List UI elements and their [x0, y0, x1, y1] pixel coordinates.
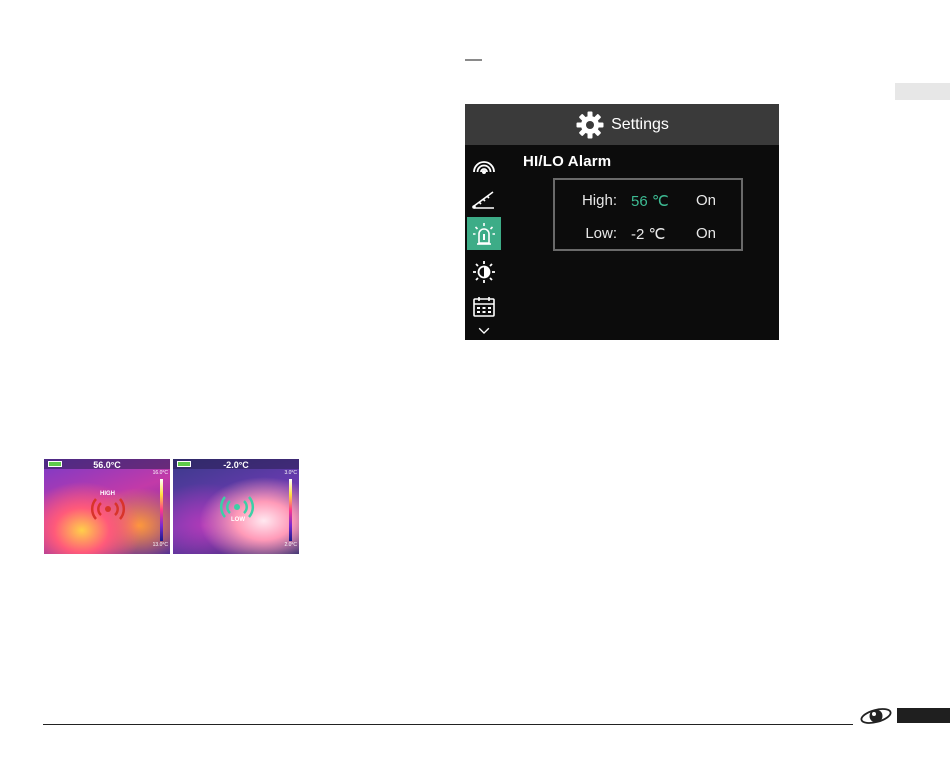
alarm-section-heading: HI/LO Alarm	[523, 153, 612, 170]
menu-date-time[interactable]	[467, 290, 501, 323]
alarm-settings-box: High: 56 ℃ On Low: -2 ℃ On	[553, 178, 743, 251]
scale-min-label: 13.0°C	[152, 542, 168, 548]
menu-emissivity[interactable]	[467, 148, 501, 181]
footer-page-block	[897, 708, 950, 723]
menu-scroll-down[interactable]	[467, 322, 501, 340]
emissivity-icon	[473, 160, 495, 174]
screen-header: Settings	[465, 104, 779, 145]
section-dash	[465, 59, 482, 61]
high-alarm-text: HIGH	[100, 491, 115, 497]
scale-min-label: 2.0°C	[284, 542, 297, 548]
high-alarm-label: High:	[581, 192, 617, 209]
chevron-down-icon	[478, 327, 490, 335]
high-alarm-row[interactable]: High: 56 ℃ On	[555, 192, 741, 212]
scale-max-label: 3.0°C	[284, 470, 297, 476]
gear-icon	[576, 111, 604, 138]
color-scale-bar	[160, 479, 163, 541]
device-settings-screen: Settings HI/LO Alarm High: 56 ℃ On Low: …	[465, 104, 779, 340]
color-scale-bar	[289, 479, 292, 541]
screen-title: Settings	[611, 115, 669, 133]
menu-brightness[interactable]	[467, 255, 501, 288]
thermal-image-high-alarm: 56.0°C 16.0°C 13.0°C HIGH	[44, 459, 170, 554]
low-alarm-text: LOW	[231, 517, 245, 523]
menu-distance[interactable]	[467, 182, 501, 215]
high-alarm-value[interactable]: 56 ℃	[631, 192, 669, 210]
calendar-icon	[473, 296, 495, 317]
low-alarm-state[interactable]: On	[696, 225, 716, 242]
center-temperature: -2.0°C	[223, 460, 249, 470]
thermal-image-low-alarm: -2.0°C 3.0°C 2.0°C LOW	[173, 459, 299, 554]
menu-alarm[interactable]	[467, 217, 501, 250]
scale-max-label: 16.0°C	[152, 470, 168, 476]
low-alarm-label: Low:	[585, 225, 617, 242]
brand-logo-icon	[860, 708, 892, 724]
center-temperature: 56.0°C	[93, 460, 121, 470]
distance-icon	[472, 190, 494, 209]
brightness-icon	[473, 260, 495, 283]
high-alarm-state[interactable]: On	[696, 192, 716, 209]
page-tab-marker	[895, 83, 950, 100]
footer-rule	[43, 724, 853, 725]
low-alarm-row[interactable]: Low: -2 ℃ On	[555, 225, 741, 245]
low-alarm-value[interactable]: -2 ℃	[631, 225, 665, 243]
alarm-icon	[473, 222, 495, 245]
